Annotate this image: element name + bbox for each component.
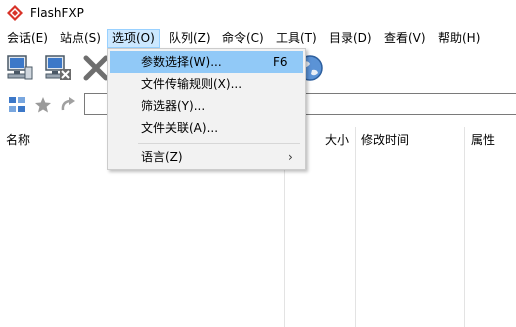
column-header-size[interactable]: 大小 — [325, 131, 349, 148]
menu-item-label: 语言(Z) — [141, 150, 183, 164]
column-divider — [355, 127, 356, 327]
options-dropdown-menu: 参数选择(W)... F6 文件传输规则(X)... 筛选器(Y)... 文件关… — [107, 48, 306, 170]
column-header-attributes[interactable]: 属性 — [471, 131, 495, 148]
menu-item-filters[interactable]: 筛选器(Y)... — [110, 95, 303, 117]
menu-directory[interactable]: 目录(D) — [325, 29, 376, 48]
menu-separator — [138, 143, 300, 144]
refresh-arrow-icon[interactable] — [59, 96, 77, 114]
window-title: FlashFXP — [30, 6, 84, 20]
tree-view-icon[interactable] — [8, 96, 26, 114]
connect-computer-icon[interactable] — [4, 52, 36, 84]
menu-item-label: 文件传输规则(X)... — [141, 77, 243, 91]
menu-item-transfer-rules[interactable]: 文件传输规则(X)... — [110, 73, 303, 95]
menu-item-language[interactable]: 语言(Z) › — [110, 146, 303, 168]
menu-options[interactable]: 选项(O) — [107, 29, 160, 48]
menu-item-preferences[interactable]: 参数选择(W)... F6 — [110, 51, 303, 73]
column-header-name[interactable]: 名称 — [6, 131, 30, 148]
menu-item-label: 参数选择(W)... — [141, 55, 222, 69]
menu-help[interactable]: 帮助(H) — [434, 29, 484, 48]
menu-view[interactable]: 查看(V) — [380, 29, 430, 48]
favorites-star-icon[interactable] — [34, 96, 52, 114]
column-header-modified[interactable]: 修改时间 — [361, 131, 409, 148]
menu-sites[interactable]: 站点(S) — [56, 29, 105, 48]
menu-item-file-associations[interactable]: 文件关联(A)... — [110, 117, 303, 139]
disconnect-computer-icon[interactable] — [42, 52, 74, 84]
menu-item-shortcut: F6 — [273, 55, 288, 69]
menu-session[interactable]: 会话(E) — [3, 29, 52, 48]
chevron-right-icon: › — [288, 150, 293, 164]
menu-commands[interactable]: 命令(C) — [218, 29, 268, 48]
menu-item-label: 筛选器(Y)... — [141, 99, 206, 113]
flashfxp-logo-icon — [7, 5, 23, 21]
menu-tools[interactable]: 工具(T) — [272, 29, 321, 48]
menu-item-label: 文件关联(A)... — [141, 121, 219, 135]
title-bar: FlashFXP — [0, 0, 516, 28]
column-divider — [464, 127, 465, 327]
menu-bar: 会话(E) 站点(S) 选项(O) 队列(Z) 命令(C) 工具(T) 目录(D… — [0, 28, 516, 49]
menu-queue[interactable]: 队列(Z) — [165, 29, 215, 48]
